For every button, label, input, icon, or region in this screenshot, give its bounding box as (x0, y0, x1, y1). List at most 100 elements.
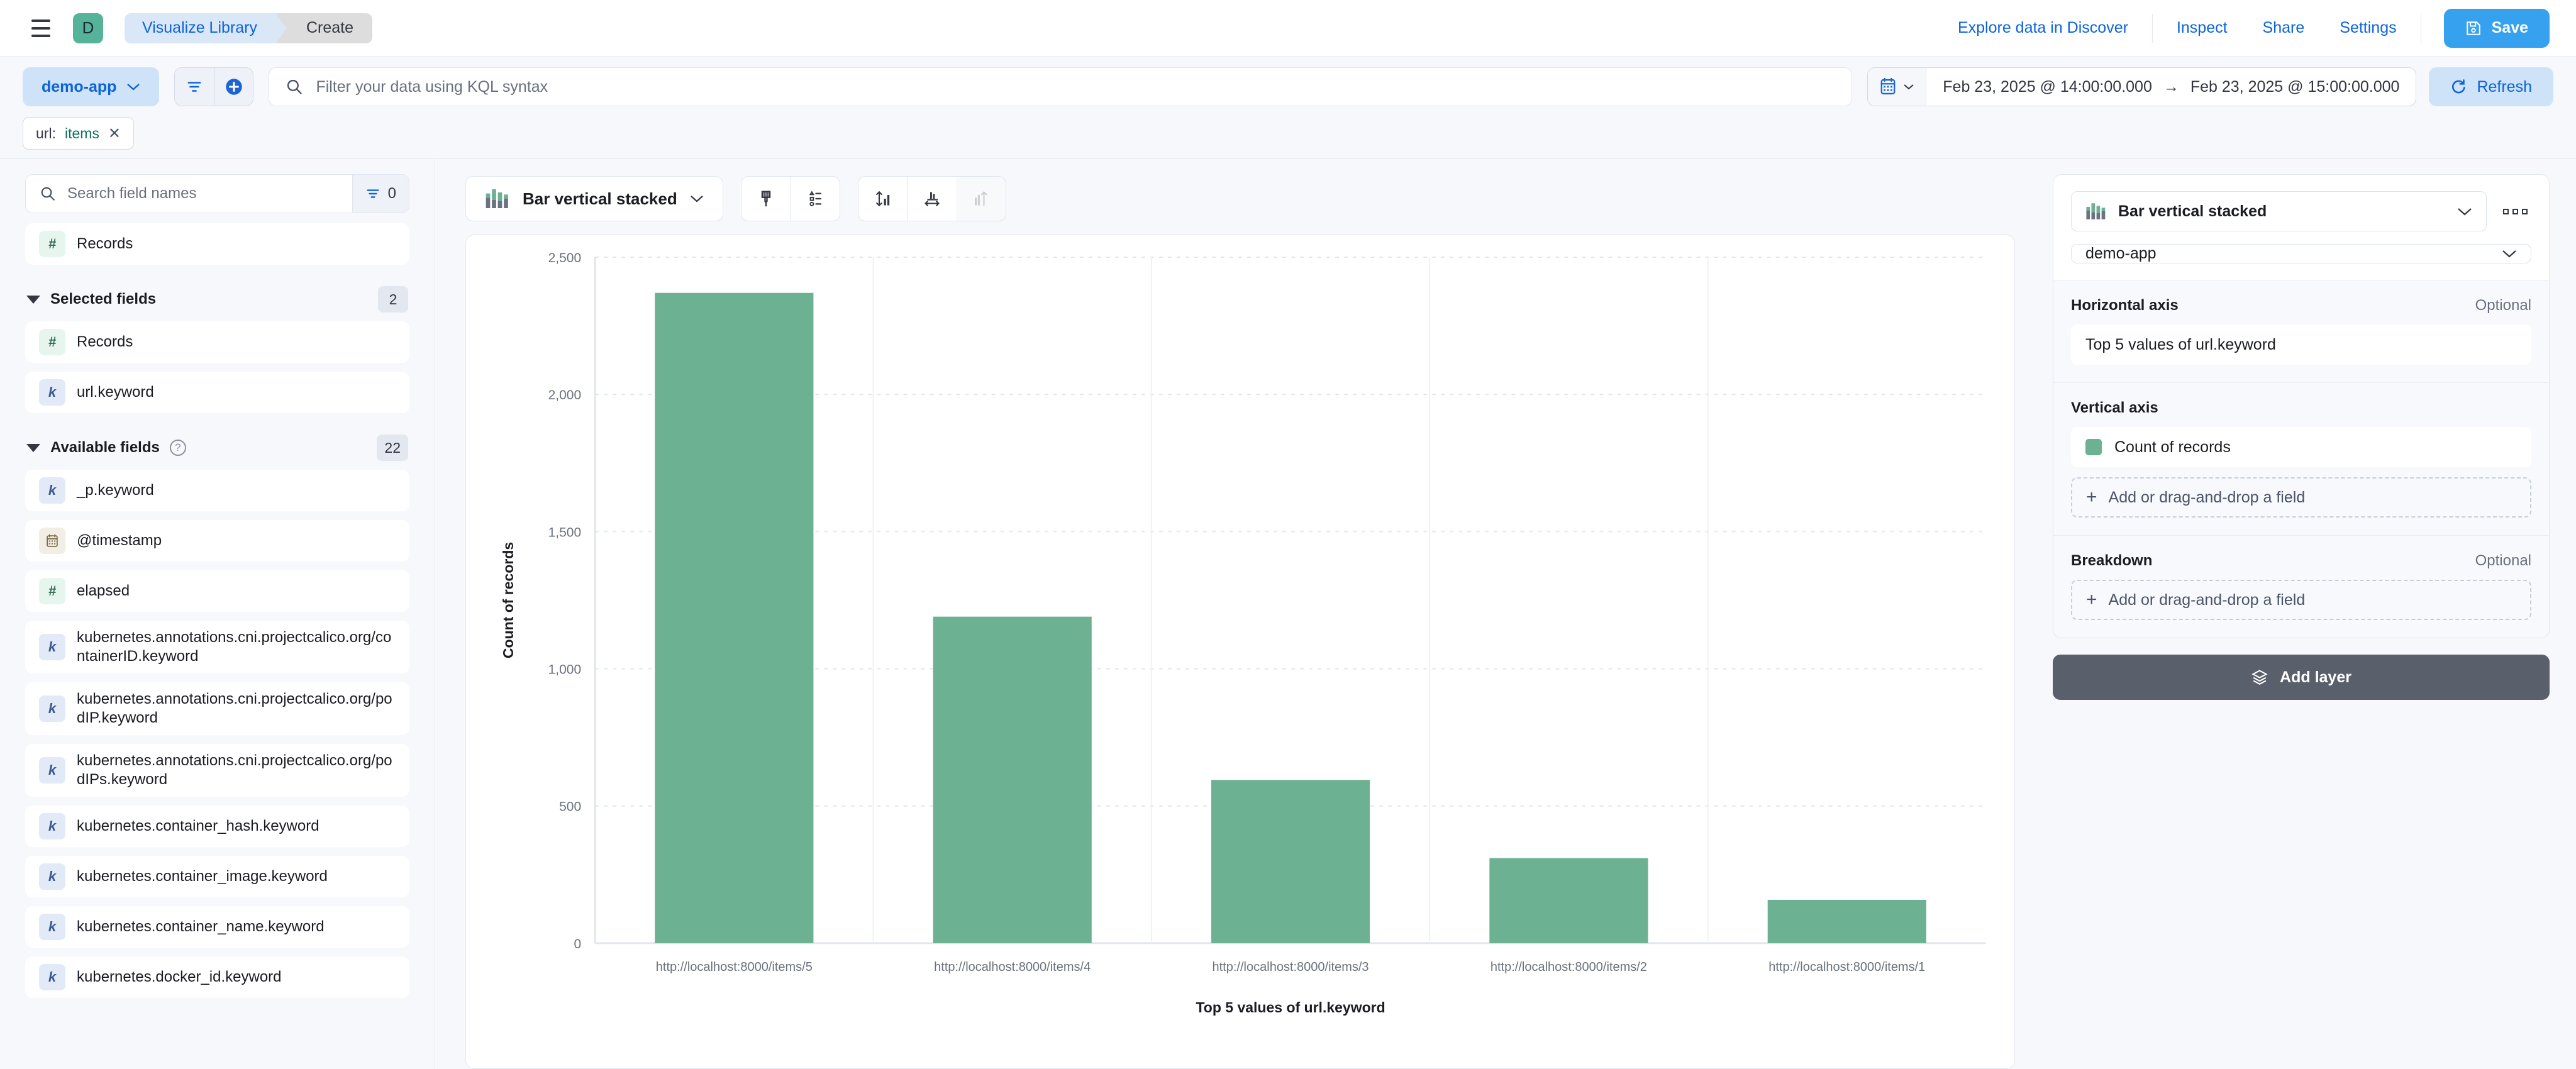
chevron-down-icon (690, 196, 703, 202)
plus-icon: + (2086, 487, 2097, 507)
bar[interactable] (1767, 899, 1926, 943)
inspect-button[interactable]: Inspect (2159, 19, 2245, 37)
kql-placeholder: Filter your data using KQL syntax (316, 77, 548, 96)
appearance-settings-button[interactable] (741, 177, 791, 221)
vertical-axis-add-field[interactable]: + Add or drag-and-drop a field (2071, 477, 2531, 518)
optional-label: Optional (2475, 297, 2531, 314)
section-count: 22 (377, 435, 408, 461)
field-item-container-image-keyword[interactable]: k kubernetes.container_image.keyword (25, 856, 409, 897)
available-fields-section-header[interactable]: Available fields ? 22 (25, 435, 409, 461)
filter-options-button[interactable] (175, 68, 214, 106)
lens-editor-app: D Visualize Library Create Explore data … (0, 0, 2576, 1069)
y-axis-tick-label: 2,000 (548, 388, 582, 402)
bar[interactable] (1489, 858, 1648, 943)
explore-data-in-discover-link[interactable]: Explore data in Discover (1940, 19, 2146, 37)
chart-toolbar: Bar vertical stacked (465, 174, 2015, 223)
string-field-type-icon: k (39, 634, 65, 660)
space-avatar[interactable]: D (73, 13, 103, 43)
bar-chart[interactable]: 0 500 1,000 1,500 2,000 2,500 http://localhost… (466, 235, 2014, 1022)
field-item-records-top[interactable]: # Records (25, 223, 409, 265)
date-quick-menu-button[interactable] (1868, 68, 1927, 106)
field-item-container-hash-keyword[interactable]: k kubernetes.container_hash.keyword (25, 806, 409, 847)
field-name: kubernetes.docker_id.keyword (77, 968, 282, 985)
field-name: _p.keyword (77, 482, 154, 499)
optional-label: Optional (2475, 552, 2531, 569)
config-chart-type-select[interactable]: Bar vertical stacked (2071, 191, 2487, 231)
field-item-container-name-keyword[interactable]: k kubernetes.container_name.keyword (25, 906, 409, 948)
config-data-view-select[interactable]: demo-app (2071, 244, 2531, 263)
field-item-records[interactable]: # Records (25, 321, 409, 363)
chart-switch-button[interactable]: Bar vertical stacked (465, 176, 723, 221)
field-name: kubernetes.container_hash.keyword (77, 817, 319, 834)
legend-settings-button[interactable] (790, 177, 840, 221)
breadcrumb-create[interactable]: Create (275, 13, 373, 43)
field-item-elapsed[interactable]: # elapsed (25, 570, 409, 612)
chevron-down-icon (26, 295, 40, 304)
add-layer-label: Add layer (2280, 668, 2351, 686)
hamburger-menu-icon[interactable] (23, 10, 59, 47)
chevron-down-icon (1904, 84, 1914, 90)
field-item-_p-keyword[interactable]: k _p.keyword (25, 470, 409, 511)
series-color-swatch (2085, 439, 2102, 455)
field-item-podip-keyword[interactable]: k kubernetes.annotations.cni.projectcali… (25, 682, 409, 735)
refresh-button[interactable]: Refresh (2429, 67, 2553, 106)
save-button[interactable]: Save (2443, 8, 2550, 48)
more-options-icon[interactable] (2499, 204, 2531, 219)
field-name: @timestamp (77, 532, 162, 549)
horizontal-axis-header: Horizontal axis Optional (2071, 297, 2531, 314)
question-icon[interactable]: ? (169, 440, 186, 456)
string-field-type-icon: k (39, 757, 65, 784)
date-field-type-icon (39, 528, 65, 554)
settings-button[interactable]: Settings (2322, 19, 2414, 37)
y-axis-tick-label: 1,000 (548, 663, 582, 677)
section-title: Vertical axis (2071, 399, 2158, 416)
number-field-type-icon: # (39, 578, 65, 604)
date-range-picker: Feb 23, 2025 @ 14:00:00.000 → Feb 23, 20… (1867, 67, 2417, 106)
horizontal-axis-button[interactable] (907, 177, 957, 221)
plus-icon: + (2086, 589, 2097, 610)
section-title: Horizontal axis (2071, 297, 2179, 314)
vertical-axis-button[interactable] (858, 177, 908, 221)
field-item-timestamp[interactable]: @timestamp (25, 520, 409, 562)
config-data-view-label: demo-app (2085, 245, 2157, 262)
bar[interactable] (933, 616, 1092, 943)
selected-fields-section-header[interactable]: Selected fields 2 (25, 286, 409, 313)
date-start[interactable]: Feb 23, 2025 @ 14:00:00.000 (1943, 78, 2152, 96)
filter-key: url: (36, 125, 56, 141)
field-name: kubernetes.annotations.cni.projectcalico… (77, 690, 392, 726)
section-title: Available fields (50, 439, 160, 456)
field-item-podips-keyword[interactable]: k kubernetes.annotations.cni.projectcali… (25, 744, 409, 797)
query-bar: demo-app Filter your data using KQL synt… (0, 57, 2576, 108)
chevron-down-icon (2458, 208, 2472, 215)
date-end[interactable]: Feb 23, 2025 @ 15:00:00.000 (2190, 78, 2400, 96)
add-layer-button[interactable]: Add layer (2053, 655, 2550, 700)
field-item-docker-id-keyword[interactable]: k kubernetes.docker_id.keyword (25, 956, 409, 998)
date-range-display[interactable]: Feb 23, 2025 @ 14:00:00.000 → Feb 23, 20… (1926, 78, 2416, 96)
vertical-axis-dimension[interactable]: Count of records (2071, 427, 2531, 467)
share-button[interactable]: Share (2245, 19, 2323, 37)
layers-icon (2251, 670, 2268, 685)
field-item-url-keyword[interactable]: k url.keyword (25, 372, 409, 413)
field-name: kubernetes.container_image.keyword (77, 868, 328, 885)
data-view-label: demo-app (42, 77, 117, 96)
search-field-names-input[interactable]: Search field names (26, 175, 352, 213)
add-filter-button[interactable] (214, 68, 253, 106)
breakdown-add-field[interactable]: + Add or drag-and-drop a field (2071, 580, 2531, 620)
filter-pill-url-items[interactable]: url: items ✕ (23, 117, 135, 150)
field-type-filter-button[interactable]: 0 (352, 175, 409, 213)
breadcrumb-visualize-library[interactable]: Visualize Library (125, 13, 287, 43)
bar[interactable] (655, 292, 814, 943)
section-title: Breakdown (2071, 552, 2153, 569)
close-icon[interactable]: ✕ (108, 125, 121, 143)
kql-search-input[interactable]: Filter your data using KQL syntax (269, 67, 1853, 106)
data-view-picker[interactable]: demo-app (23, 67, 160, 106)
field-item-containerid-keyword[interactable]: k kubernetes.annotations.cni.projectcali… (25, 621, 409, 673)
horizontal-axis-dimension[interactable]: Top 5 values of url.keyword (2071, 324, 2531, 365)
save-disk-icon (2466, 21, 2480, 35)
workspace-panel: Bar vertical stacked 0 500 1,000 1,500 2… (435, 159, 2038, 1069)
date-arrow-icon: → (2163, 77, 2179, 96)
x-axis-tick-label: http://localhost:8000/items/4 (934, 960, 1091, 974)
horizontal-axis-section: Horizontal axis Optional Top 5 values of… (2053, 280, 2549, 383)
bar[interactable] (1211, 780, 1370, 943)
x-axis-title: Top 5 values of url.keyword (1196, 999, 1385, 1016)
